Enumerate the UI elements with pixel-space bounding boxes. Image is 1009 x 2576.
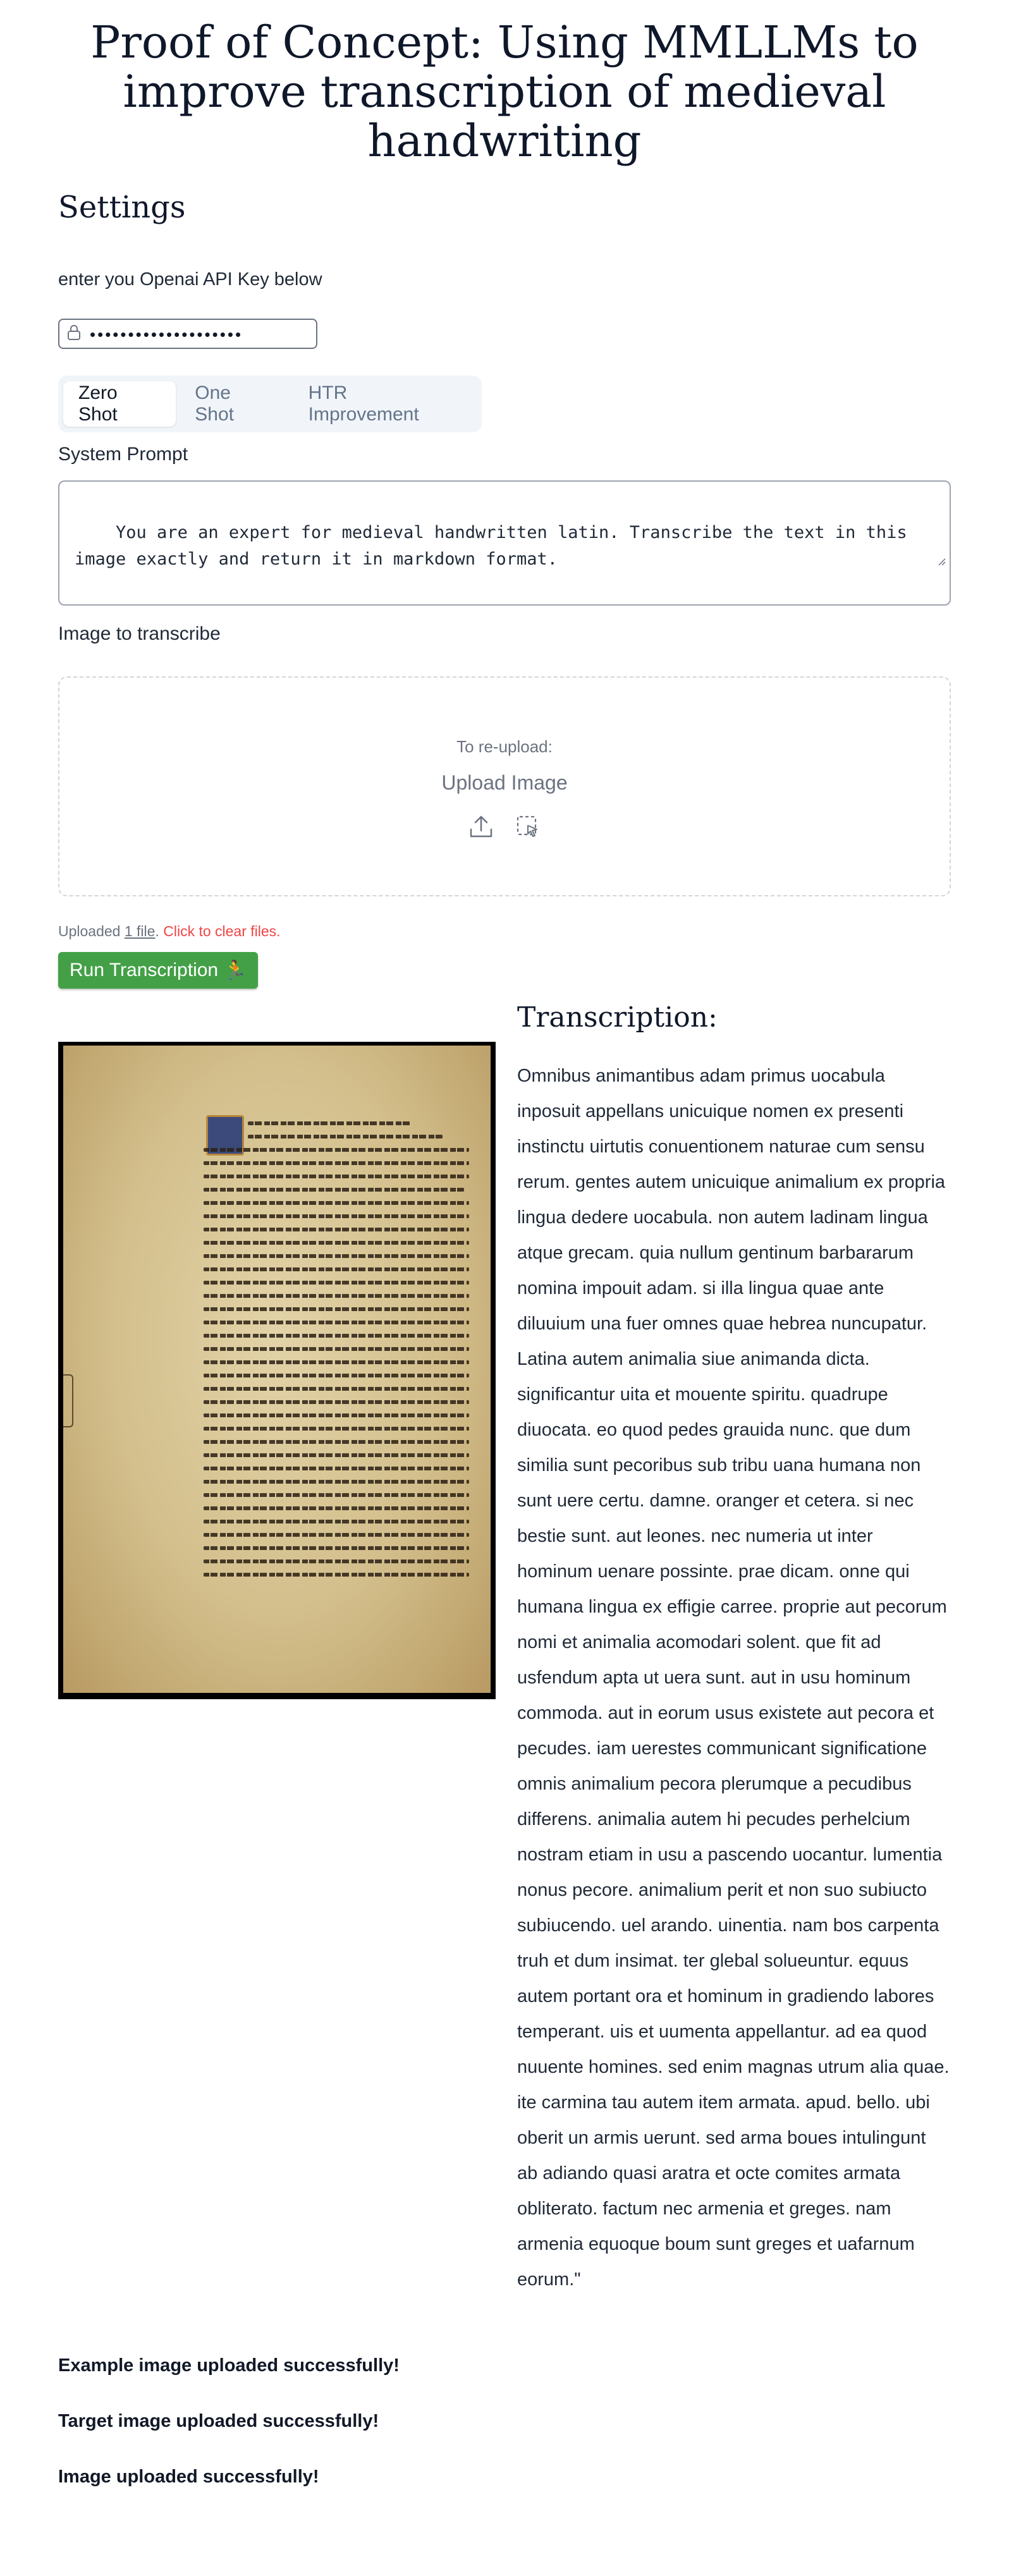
handwriting-lines [204,1121,469,1586]
handwriting-line [204,1546,469,1550]
handwriting-line [204,1347,469,1351]
tab-one-shot[interactable]: One Shot [180,381,289,427]
upload-status: Uploaded 1 file. Click to clear files. [58,923,281,940]
handwriting-line [204,1161,469,1165]
handwriting-line [204,1307,469,1311]
select-area-icon[interactable] [514,813,542,844]
handwriting-line [204,1560,469,1563]
binding-clasp [63,1374,73,1427]
handwriting-line [204,1321,469,1324]
handwriting-line [204,1148,469,1152]
api-key-field[interactable]: •••••••••••••••••••• [58,319,317,349]
settings-heading: Settings [58,190,186,225]
mode-tabs: Zero Shot One Shot HTR Improvement [58,375,482,432]
status-image-uploaded: Image uploaded successfully! [58,2467,319,2487]
handwriting-line [204,1254,469,1258]
resize-grip-icon[interactable] [874,521,946,601]
image-upload-label: Image to transcribe [58,623,221,644]
manuscript-image [58,1042,496,1699]
handwriting-line [204,1334,469,1338]
system-prompt-label: System Prompt [58,444,188,465]
manuscript-page [63,1046,491,1693]
run-transcription-label: Run Transcription [70,960,219,980]
handwriting-line [204,1533,469,1537]
handwriting-line [204,1453,469,1457]
reupload-hint: To re-upload: [456,737,553,756]
handwriting-line [204,1493,469,1497]
tab-zero-shot[interactable]: Zero Shot [63,381,176,427]
handwriting-line [204,1175,469,1178]
handwriting-line [204,1267,469,1271]
handwriting-line [204,1281,469,1285]
transcription-text: Omnibus animantibus adam primus uocabula… [517,1066,950,2290]
image-dropzone[interactable]: To re-upload: Upload Image [58,676,951,896]
handwriting-line [204,1480,469,1484]
handwriting-line [204,1467,469,1470]
upload-icon[interactable] [467,813,495,844]
uploaded-prefix: Uploaded [58,923,125,939]
handwriting-line [204,1427,469,1431]
page-title: Proof of Concept: Using MMLLMs to improv… [90,16,919,167]
status-target-uploaded: Target image uploaded successfully! [58,2411,379,2431]
handwriting-line [248,1135,443,1138]
handwriting-line [204,1374,469,1377]
handwriting-line [204,1413,469,1417]
api-key-value: •••••••••••••••••••• [90,325,243,344]
handwriting-line [204,1360,469,1364]
handwriting-line [248,1121,411,1125]
lock-icon [67,324,81,344]
handwriting-line [204,1201,469,1205]
uploaded-count-link[interactable]: 1 file [125,923,156,939]
upload-image-label: Upload Image [441,771,568,794]
handwriting-line [204,1506,469,1510]
handwriting-line [204,1228,469,1231]
tab-htr-improvement[interactable]: HTR Improvement [293,381,477,427]
handwriting-line [204,1440,469,1444]
status-example-uploaded: Example image uploaded successfully! [58,2355,400,2376]
system-prompt-textarea[interactable]: You are an expert for medieval handwritt… [58,480,951,606]
handwriting-line [204,1188,464,1192]
handwriting-line [204,1241,469,1245]
system-prompt-value: You are an expert for medieval handwritt… [75,523,907,569]
run-transcription-button[interactable]: Run Transcription 🏃 [58,952,259,989]
api-key-label: enter you Openai API Key below [58,269,322,290]
handwriting-line [204,1387,469,1391]
clear-files-link[interactable]: Click to clear files. [159,923,280,939]
handwriting-line [204,1294,469,1298]
transcription-heading: Transcription: [517,1001,718,1034]
handwriting-line [204,1573,469,1577]
handwriting-line [204,1214,469,1218]
handwriting-line [204,1520,469,1523]
runner-icon: 🏃 [223,960,247,981]
handwriting-line [204,1400,469,1404]
